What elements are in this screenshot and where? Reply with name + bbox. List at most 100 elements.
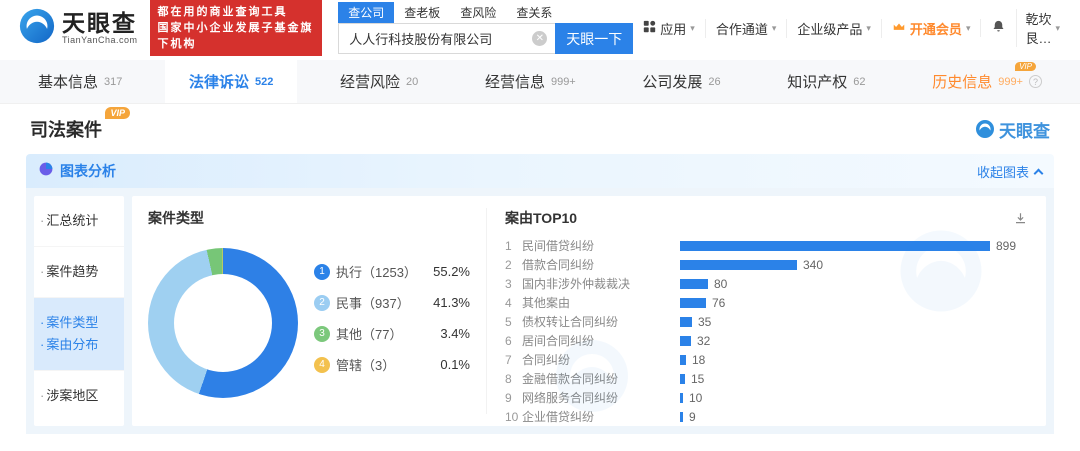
nav-membership[interactable]: 开通会员▾ — [881, 19, 981, 38]
bar-segment[interactable] — [680, 317, 692, 327]
tab-operational-risk[interactable]: 经营风险20 — [316, 60, 442, 103]
nav-enterprise-products[interactable]: 企业级产品▾ — [786, 19, 881, 38]
nav-cooperation[interactable]: 合作通道▾ — [705, 19, 787, 38]
legend-badge: 3 — [314, 326, 330, 342]
chevron-down-icon: ▾ — [866, 23, 871, 34]
sidebar-item-case-trend[interactable]: ·案件趋势 — [34, 247, 124, 298]
search-tab-risk[interactable]: 查风险 — [450, 2, 506, 23]
cause-top10-header: 案由TOP10 — [505, 208, 1028, 228]
logo-swirl-icon — [18, 7, 56, 50]
tab-historical-info[interactable]: 历史信息999+VIP? — [908, 60, 1066, 103]
bar-value: 10 — [689, 391, 702, 405]
crown-icon — [892, 20, 906, 37]
search-tab-relation[interactable]: 查关系 — [506, 2, 562, 23]
search-input[interactable] — [338, 23, 555, 54]
search-row: ✕ 天眼一下 — [338, 23, 633, 54]
donut-legend: 1执行（1253）55.2%2民事（937）41.3%3其他（77）3.4%4管… — [314, 262, 470, 398]
bullet-dot: · — [40, 264, 44, 279]
collapse-charts-button[interactable]: 收起图表 — [977, 162, 1042, 181]
legend-item: 2民事（937）41.3% — [314, 293, 470, 312]
search-tab-boss[interactable]: 查老板 — [394, 2, 450, 23]
bullet-dot: · — [40, 388, 44, 403]
notifications-button[interactable] — [980, 19, 1016, 37]
search-tabs: 查公司查老板查风险查关系 — [338, 2, 633, 23]
chevron-down-icon: ▾ — [1055, 23, 1060, 34]
pie-chart-icon — [38, 161, 54, 182]
sidebar-item-summary-stats[interactable]: ·汇总统计 — [34, 196, 124, 247]
chart-sidebar: ·汇总统计·案件趋势·案件类型·案由分布·涉案地区 — [34, 196, 124, 426]
bar-label: 其他案由 — [522, 294, 680, 311]
download-icon[interactable] — [1013, 211, 1028, 226]
tab-legal-proceedings[interactable]: 法律诉讼522 — [165, 60, 297, 103]
bar-rank: 2 — [505, 258, 522, 272]
chevron-down-icon: ▾ — [966, 23, 971, 34]
slogan-line2: 国家中小企业发展子基金旗下机构 — [158, 20, 315, 52]
legend-badge: 4 — [314, 357, 330, 373]
tab-basic-info[interactable]: 基本信息317 — [14, 60, 146, 103]
section-header: 司法案件 VIP 天眼查 — [0, 104, 1080, 154]
bar-segment[interactable] — [680, 336, 691, 346]
vip-badge: VIP — [105, 107, 130, 119]
bar-rank: 6 — [505, 334, 522, 348]
watermark-logo — [552, 336, 632, 416]
brand-text: 天眼查 TianYanCha.com — [62, 11, 138, 45]
bar-rank: 7 — [505, 353, 522, 367]
search-tab-company[interactable]: 查公司 — [338, 2, 394, 23]
bar-label: 民间借贷纠纷 — [522, 237, 680, 254]
brand-name: 天眼查 — [62, 11, 138, 35]
bar-segment[interactable] — [680, 355, 686, 365]
bell-icon — [991, 19, 1006, 37]
tab-intellectual-property[interactable]: 知识产权62 — [763, 60, 889, 103]
search-area: 查公司查老板查风险查关系 ✕ 天眼一下 — [338, 2, 633, 54]
chart-panel-header: 图表分析 收起图表 — [26, 154, 1054, 188]
tab-business-info[interactable]: 经营信息999+ — [461, 60, 600, 103]
user-menu[interactable]: 乾坎艮… ▾ — [1016, 9, 1068, 47]
chevron-up-icon — [1034, 168, 1044, 178]
brand-slogan: 都在用的商业查询工具 国家中小企业发展子基金旗下机构 — [150, 0, 323, 56]
bullet-dot: · — [40, 337, 44, 352]
nav-apps[interactable]: 应用▾ — [633, 19, 705, 38]
bar-rank: 9 — [505, 391, 522, 405]
vip-badge: VIP — [1015, 62, 1036, 71]
chart-content: ·汇总统计·案件趋势·案件类型·案由分布·涉案地区 案件类型 1执行（1253）… — [26, 188, 1054, 434]
tab-company-development[interactable]: 公司发展26 — [618, 60, 744, 103]
bar-value: 340 — [803, 258, 823, 272]
bar-value: 899 — [996, 239, 1016, 253]
help-icon[interactable]: ? — [1029, 75, 1042, 88]
case-type-body: 1执行（1253）55.2%2民事（937）41.3%3其他（77）3.4%4管… — [148, 248, 470, 398]
donut-chart[interactable] — [148, 248, 298, 398]
sidebar-item-case-type-distribution[interactable]: ·案件类型·案由分布 — [34, 298, 124, 371]
legend-item: 4管辖（3）0.1% — [314, 355, 470, 374]
main-tab-bar: 基本信息317 法律诉讼522 经营风险20 经营信息999+ 公司发展26 知识产权62… — [0, 60, 1080, 104]
bar-value: 15 — [691, 372, 704, 386]
bar-segment[interactable] — [680, 374, 685, 384]
bar-rank: 4 — [505, 296, 522, 310]
bar-value: 18 — [692, 353, 705, 367]
tianyancha-logo[interactable]: 天眼查 TianYanCha.com — [18, 7, 138, 50]
bar-segment[interactable] — [680, 279, 708, 289]
chevron-down-icon: ▾ — [690, 23, 695, 34]
bar-segment[interactable] — [680, 298, 706, 308]
bar-rank: 5 — [505, 315, 522, 329]
bar-label: 国内非涉外仲裁裁决 — [522, 275, 680, 292]
brand-domain: TianYanCha.com — [62, 35, 138, 45]
watermark-text: 天眼查 — [999, 117, 1050, 142]
bar-segment[interactable] — [680, 260, 797, 270]
case-type-title: 案件类型 — [148, 208, 470, 228]
chart-analysis-panel: 图表分析 收起图表 ·汇总统计·案件趋势·案件类型·案由分布·涉案地区 案件类型… — [26, 154, 1054, 434]
bar-rank: 1 — [505, 239, 522, 253]
sidebar-item-case-region[interactable]: ·涉案地区 — [34, 371, 124, 421]
search-button[interactable]: 天眼一下 — [555, 23, 633, 54]
cause-top10-title: 案由TOP10 — [505, 208, 577, 228]
bar-label: 债权转让合同纠纷 — [522, 313, 680, 330]
watermark-logo: 天眼查 — [975, 117, 1050, 142]
bar-segment[interactable] — [680, 412, 683, 422]
bar-value: 35 — [698, 315, 711, 329]
chevron-down-icon: ▾ — [772, 23, 777, 34]
bar-value: 9 — [689, 410, 696, 424]
bar-segment[interactable] — [680, 393, 683, 403]
watermark-logo — [896, 226, 986, 316]
bar-rank: 10 — [505, 410, 522, 424]
legend-badge: 1 — [314, 264, 330, 280]
user-name: 乾坎艮… — [1025, 9, 1051, 47]
